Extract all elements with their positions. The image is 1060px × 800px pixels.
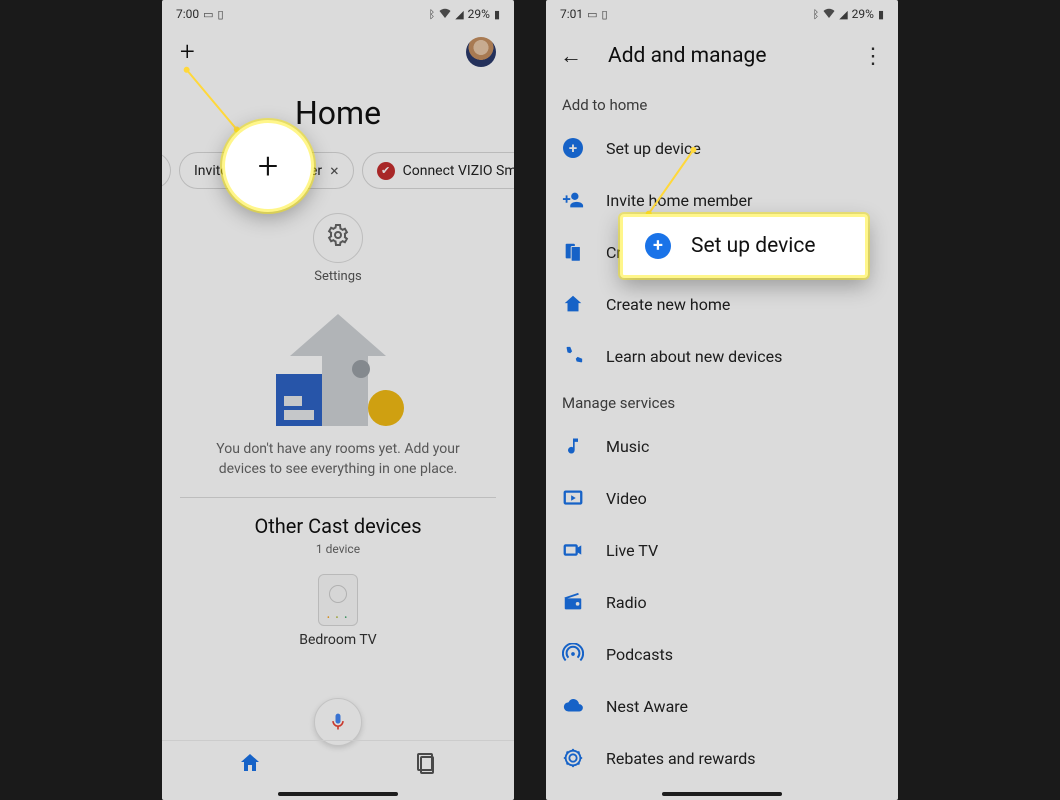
battery-percent: 29% [852, 7, 874, 21]
person-add-icon [562, 189, 584, 211]
page-title: Home [162, 94, 514, 132]
wifi-icon [439, 8, 451, 21]
item-label: Radio [606, 593, 647, 612]
cloud-icon [562, 695, 584, 717]
battery-percent: 29% [468, 7, 490, 21]
chip-connect-vizio[interactable]: ✔ Connect VIZIO Smart TV [362, 152, 514, 189]
speaker-group-icon [562, 241, 584, 263]
device-count: 1 device [162, 542, 514, 556]
item-label: Set up device [606, 139, 701, 158]
item-music[interactable]: Music [546, 420, 898, 472]
item-label: Nest Aware [606, 697, 688, 716]
suggestion-chips: Invite home member × ✔ Connect VIZIO Sma… [162, 152, 514, 189]
callout-label: Set up device [691, 234, 816, 258]
status-time: 7:00 [176, 7, 199, 21]
section-add-to-home: Add to home [546, 84, 898, 122]
callout-set-up-device: + Set up device [620, 214, 868, 278]
nav-media-icon[interactable] [414, 751, 438, 779]
app-bar: ← Add and manage ⋮ [546, 28, 898, 84]
phone-icon [562, 345, 584, 367]
vizio-icon: ✔ [377, 162, 395, 180]
home-icon [562, 293, 584, 315]
item-label: Live TV [606, 541, 658, 560]
item-rebates-rewards[interactable]: Rebates and rewards [546, 732, 898, 784]
podcast-icon [562, 643, 584, 665]
section-manage-services: Manage services [546, 382, 898, 420]
rewards-icon [562, 747, 584, 769]
app-bar: + [162, 28, 514, 76]
item-label: Music [606, 437, 649, 456]
more-icon[interactable]: ⋮ [862, 44, 884, 69]
radio-icon [562, 591, 584, 613]
appbar-title: Add and manage [608, 44, 836, 68]
add-icon[interactable]: + [180, 39, 195, 65]
notification-icon: ▭ [587, 8, 597, 21]
item-set-up-device[interactable]: + Set up device [546, 122, 898, 174]
voice-assistant-button[interactable] [314, 698, 362, 746]
battery-icon: ▮ [494, 8, 500, 21]
item-live-tv[interactable]: Live TV [546, 524, 898, 576]
notification-icon: ▭ [203, 8, 213, 21]
nav-home-icon[interactable] [238, 751, 262, 779]
plus-icon: + [258, 145, 278, 187]
item-label: Video [606, 489, 647, 508]
chip-prev-partial[interactable] [162, 152, 171, 189]
plus-circle-icon: + [562, 137, 584, 159]
item-label: Podcasts [606, 645, 673, 664]
item-label: Invite home member [606, 191, 752, 210]
gesture-handle [662, 792, 782, 796]
video-icon [562, 487, 584, 509]
signal-icon: ◢ [455, 8, 463, 21]
device-tile-bedroom-tv[interactable] [318, 574, 358, 626]
plus-circle-icon: + [645, 233, 671, 259]
item-nest-aware[interactable]: Nest Aware [546, 680, 898, 732]
item-create-new-home[interactable]: Create new home [546, 278, 898, 330]
item-learn-new-devices[interactable]: Learn about new devices [546, 330, 898, 382]
back-icon[interactable]: ← [560, 43, 582, 69]
phone-add-manage-screen: 7:01 ▭ ▯ ᛒ ◢ 29% ▮ ← Add and manage ⋮ Ad… [546, 0, 898, 800]
battery-icon: ▮ [878, 8, 884, 21]
music-icon [562, 435, 584, 457]
camera-icon [562, 539, 584, 561]
signal-icon: ◢ [839, 8, 847, 21]
device-label: Bedroom TV [162, 632, 514, 648]
item-label: Rebates and rewards [606, 749, 756, 768]
item-label: Learn about new devices [606, 347, 782, 366]
item-radio[interactable]: Radio [546, 576, 898, 628]
item-video[interactable]: Video [546, 472, 898, 524]
notification-icon: ▯ [602, 8, 608, 21]
bluetooth-icon: ᛒ [429, 8, 436, 21]
empty-state-text: You don't have any rooms yet. Add your d… [162, 440, 514, 479]
gesture-handle [278, 792, 398, 796]
phone-home-screen: 7:00 ▭ ▯ ᛒ ◢ 29% ▮ + Home Invite ho [162, 0, 514, 800]
divider [180, 497, 496, 498]
item-podcasts[interactable]: Podcasts [546, 628, 898, 680]
chip-label: Connect VIZIO Smart TV [403, 163, 514, 179]
status-bar: 7:00 ▭ ▯ ᛒ ◢ 29% ▮ [162, 0, 514, 28]
notification-icon: ▯ [218, 8, 224, 21]
section-other-cast: Other Cast devices [162, 514, 514, 538]
bottom-nav [162, 740, 514, 788]
item-label: Create new home [606, 295, 730, 314]
status-time: 7:01 [560, 7, 583, 21]
settings-label: Settings [162, 269, 514, 284]
gear-icon [326, 223, 350, 253]
bluetooth-icon: ᛒ [813, 8, 820, 21]
settings-button[interactable] [313, 213, 363, 263]
status-bar: 7:01 ▭ ▯ ᛒ ◢ 29% ▮ [546, 0, 898, 28]
wifi-icon [823, 8, 835, 21]
avatar[interactable] [466, 37, 496, 67]
callout-add-button: + [222, 120, 314, 212]
home-illustration [268, 314, 408, 426]
close-icon[interactable]: × [330, 161, 339, 180]
